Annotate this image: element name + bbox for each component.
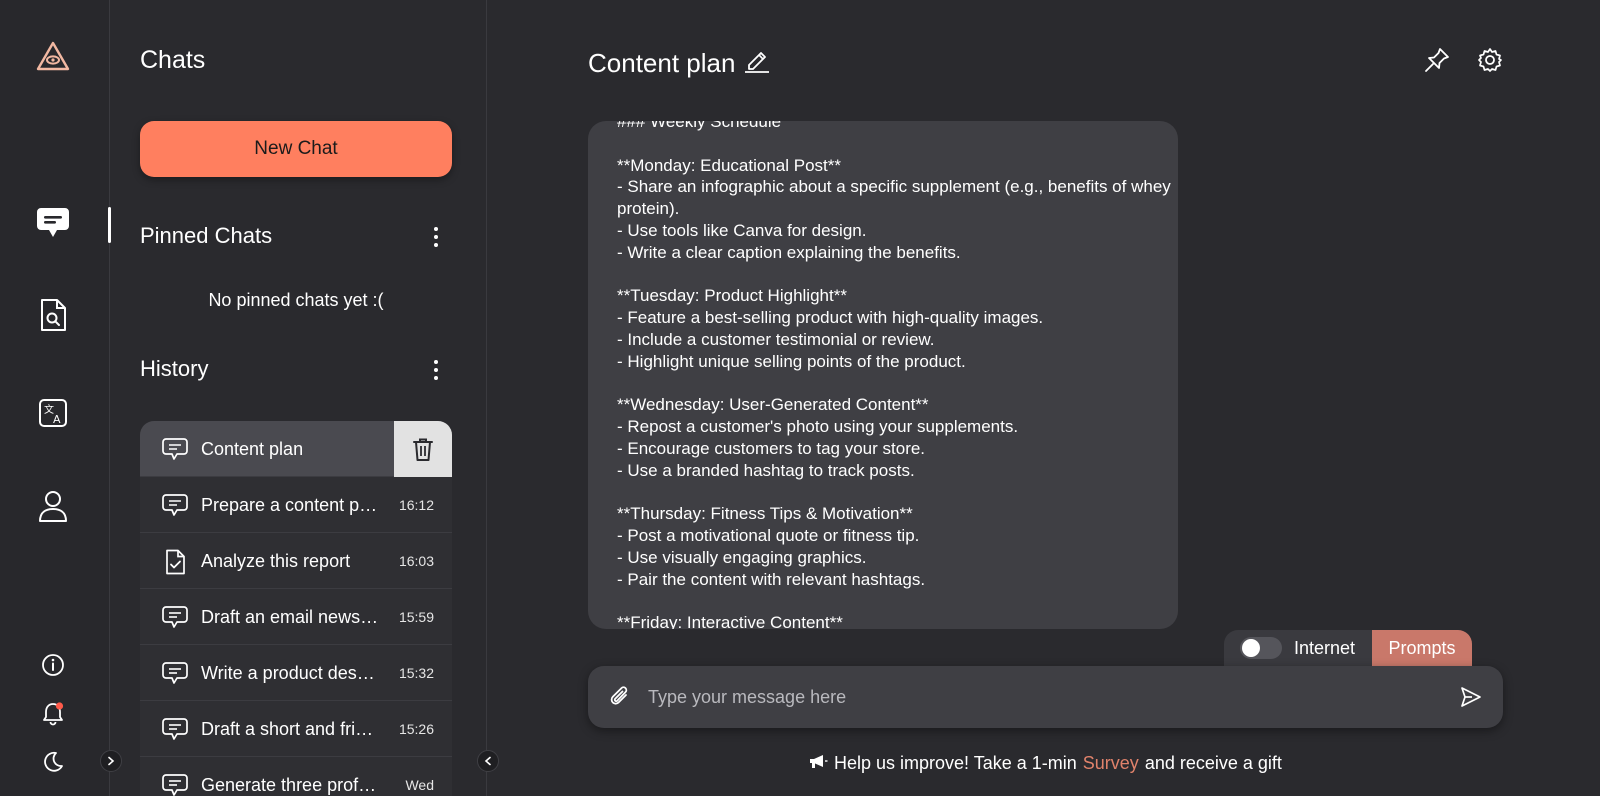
history-item[interactable]: Analyze this report 16:03 — [140, 533, 452, 589]
chevron-left-icon — [484, 756, 491, 766]
history-item-title: Generate three professional — [201, 775, 381, 795]
document-search-icon[interactable] — [35, 297, 71, 333]
internet-switch[interactable] — [1240, 637, 1282, 659]
chat-title: Content plan — [588, 48, 736, 78]
history-item[interactable]: Generate three professional Wed — [140, 757, 452, 796]
chevron-right-icon — [108, 756, 115, 766]
history-item[interactable]: Prepare a content plan 16:12 — [140, 477, 452, 533]
pin-icon[interactable] — [1421, 44, 1453, 76]
message-composer — [588, 666, 1503, 728]
history-item[interactable]: Draft a short and friendly 15:26 — [140, 701, 452, 757]
megaphone-icon — [808, 753, 828, 774]
chat-icon — [162, 773, 188, 796]
history-item-time: 15:26 — [398, 721, 434, 737]
chats-panel: Chats New Chat Pinned Chats No pinned ch… — [111, 0, 487, 796]
pinned-empty-note: No pinned chats yet :( — [208, 290, 384, 310]
composer-options: Internet Prompts — [1224, 630, 1472, 666]
chat-icon — [162, 605, 188, 629]
history-item-title: Analyze this report — [201, 551, 351, 571]
chat-icon — [162, 661, 188, 685]
svg-text:A: A — [53, 413, 61, 426]
gear-icon[interactable] — [1474, 44, 1506, 76]
survey-link[interactable]: Survey — [1083, 753, 1139, 774]
history-list: Content plan Prepare a content plan 16:1… — [140, 421, 452, 796]
history-item-title: Draft an email newsletter — [201, 607, 381, 627]
chat-icon — [162, 437, 188, 461]
history-item-time: 15:32 — [398, 665, 434, 681]
pinned-more-icon[interactable] — [421, 222, 451, 252]
paperclip-icon[interactable] — [606, 683, 634, 711]
message-text: ### Weekly Schedule **Monday: Educationa… — [617, 121, 1171, 629]
icon-rail: 文A — [0, 0, 111, 796]
history-item-title: Prepare a content plan — [201, 495, 381, 515]
chat-title-bar: Content plan — [588, 46, 771, 81]
delete-chat-button[interactable] — [394, 421, 452, 477]
history-item-title: Draft a short and friendly — [201, 719, 381, 739]
notification-badge — [55, 702, 64, 710]
expand-rail-button[interactable] — [100, 750, 122, 772]
internet-label: Internet — [1294, 637, 1356, 658]
history-item-time: 16:03 — [398, 553, 434, 569]
send-icon[interactable] — [1457, 683, 1485, 711]
pinned-chats-heading: Pinned Chats — [140, 223, 273, 248]
new-chat-button[interactable]: New Chat — [140, 121, 452, 177]
user-icon[interactable] — [35, 488, 71, 524]
chat-bubble-icon[interactable] — [35, 205, 71, 241]
moon-icon[interactable] — [35, 744, 71, 780]
history-more-icon[interactable] — [421, 355, 451, 385]
history-item-title: Content plan — [201, 439, 304, 459]
prompts-button[interactable]: Prompts — [1372, 630, 1472, 666]
history-item-time: Wed — [405, 777, 434, 793]
history-item-time: 15:59 — [398, 609, 434, 625]
chat-icon — [162, 493, 188, 517]
history-item-time: 16:12 — [398, 497, 434, 513]
history-item[interactable]: Draft an email newsletter 15:59 — [140, 589, 452, 645]
survey-text-post: and receive a gift — [1144, 753, 1282, 773]
chat-icon — [162, 717, 188, 741]
assistant-message: ### Weekly Schedule **Monday: Educationa… — [588, 121, 1178, 629]
history-item-title: Write a product description — [201, 663, 381, 683]
history-item-active[interactable]: Content plan — [140, 421, 452, 477]
panel-title: Chats — [140, 46, 206, 74]
document-check-icon — [162, 549, 188, 575]
internet-toggle[interactable]: Internet — [1224, 630, 1372, 666]
edit-title-icon[interactable] — [743, 46, 771, 81]
info-icon[interactable] — [35, 647, 71, 683]
message-input[interactable] — [648, 680, 1438, 714]
collapse-panel-button[interactable] — [477, 750, 499, 772]
switch-knob — [1242, 639, 1260, 657]
triangle-eye-logo-icon[interactable] — [35, 38, 71, 74]
history-item[interactable]: Write a product description 15:32 — [140, 645, 452, 701]
survey-banner: Help us improve! Take a 1-min Survey and… — [808, 753, 1282, 774]
translate-icon[interactable]: 文A — [35, 395, 71, 431]
survey-text-pre: Help us improve! Take a 1-min — [834, 753, 1077, 773]
history-heading: History — [140, 356, 209, 381]
trash-icon — [413, 438, 433, 461]
bell-icon[interactable] — [35, 696, 71, 732]
